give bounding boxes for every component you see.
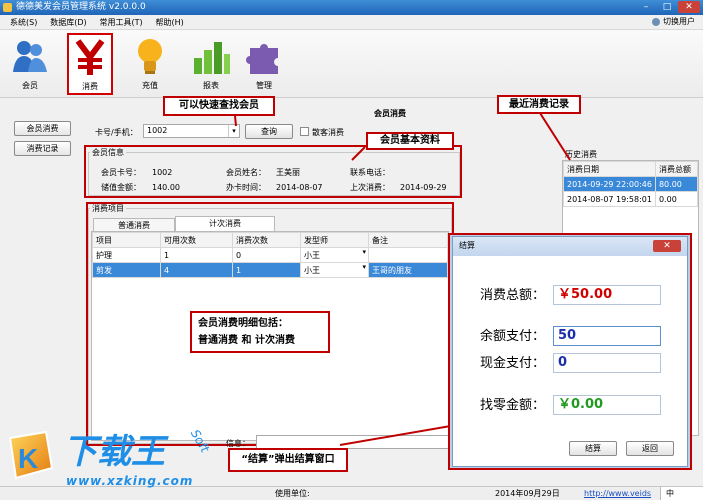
callout-recent-records: 最近消费记录 xyxy=(497,95,581,114)
status-link[interactable]: http://www.veids xyxy=(584,487,651,500)
ime-indicator[interactable]: 中 xyxy=(660,487,703,500)
status-unit: 使用单位: xyxy=(275,489,310,498)
status-date: 2014年09月29日 xyxy=(495,489,560,498)
watermark-text: 下载王 xyxy=(63,432,165,472)
dialog-highlight xyxy=(448,233,692,470)
callout-quick-find: 可以快速查找会员 xyxy=(163,96,275,116)
callout-member-profile: 会员基本资料 xyxy=(366,132,454,150)
callout-settle-popup: “结算”弹出结算窗口 xyxy=(228,448,348,472)
watermark-url: www.xzking.com xyxy=(66,474,194,488)
svg-text:K: K xyxy=(18,443,38,474)
callout-consume-detail: 会员消费明细包括： 普通消费 和 计次消费 xyxy=(190,311,330,353)
watermark-logo: K 下载王 Soft www.xzking.com xyxy=(0,427,230,500)
